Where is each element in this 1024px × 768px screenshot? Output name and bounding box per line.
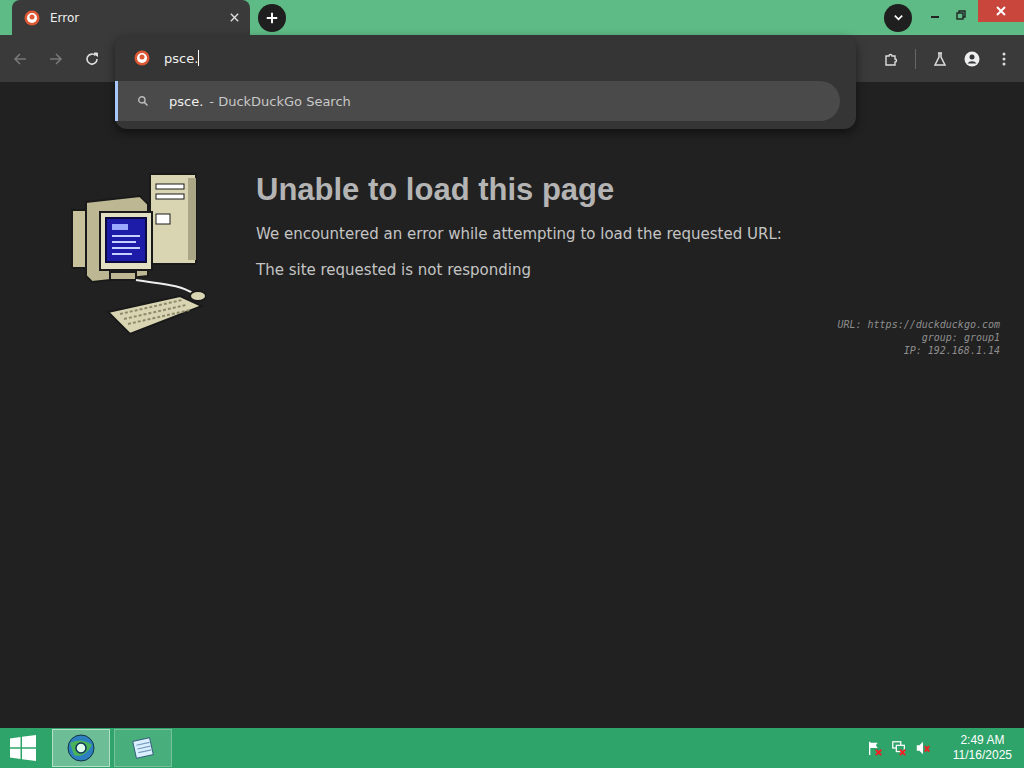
- info-line: URL: https://duckduckgo.com: [837, 318, 1000, 331]
- error-page: Unable to load this page We encountered …: [0, 82, 1024, 728]
- flask-icon[interactable]: [932, 51, 948, 67]
- close-button[interactable]: [978, 0, 1024, 22]
- restore-button[interactable]: [948, 0, 974, 30]
- browser-tab[interactable]: Error: [12, 0, 250, 35]
- plus-icon: [265, 11, 279, 25]
- minimize-button[interactable]: [922, 0, 948, 30]
- browser-icon: [66, 733, 96, 763]
- chevron-down-icon: [893, 12, 904, 23]
- toolbar-separator: [915, 49, 916, 69]
- notepad-icon: [129, 734, 157, 762]
- search-icon: [137, 95, 149, 107]
- new-tab-button[interactable]: [258, 4, 286, 32]
- request-info: URL: https://duckduckgo.comgroup: group1…: [837, 318, 1000, 357]
- toolbar: psce. psce. - DuckDuckGo Search: [0, 35, 1024, 82]
- taskbar-app[interactable]: [52, 729, 110, 767]
- text-cursor: [198, 50, 199, 66]
- duckduckgo-icon: [134, 50, 150, 66]
- profile-icon[interactable]: [964, 51, 980, 67]
- tab-strip: Error: [0, 0, 1024, 35]
- windows-start-icon[interactable]: [10, 735, 36, 761]
- taskbar-app[interactable]: [114, 729, 172, 767]
- back-icon[interactable]: [12, 51, 28, 67]
- error-title: Unable to load this page: [256, 172, 1000, 208]
- speaker-icon[interactable]: [915, 740, 931, 756]
- restore-icon: [955, 9, 967, 21]
- forward-icon[interactable]: [48, 51, 64, 67]
- info-line: group: group1: [837, 331, 1000, 344]
- desktop: Error psce. psce. - DuckDuckGo Search Un…: [0, 0, 1024, 768]
- reload-icon[interactable]: [84, 51, 100, 67]
- taskbar: 2:49 AM 11/16/2025: [0, 728, 1024, 768]
- clock[interactable]: 2:49 AM 11/16/2025: [953, 733, 1012, 763]
- address-dropdown: psce. psce. - DuckDuckGo Search: [115, 35, 856, 129]
- duckduckgo-icon: [24, 10, 40, 26]
- close-icon[interactable]: [229, 12, 240, 23]
- network-icon[interactable]: [891, 740, 907, 756]
- error-message: We encountered an error while attempting…: [256, 224, 1000, 244]
- address-bar[interactable]: psce.: [115, 35, 856, 81]
- tab-search-button[interactable]: [884, 4, 912, 32]
- extensions-icon[interactable]: [883, 51, 899, 67]
- menu-icon[interactable]: [996, 51, 1012, 67]
- minimize-icon: [929, 9, 941, 21]
- close-icon: [995, 5, 1007, 17]
- error-detail: The site requested is not responding: [256, 260, 1000, 280]
- info-line: IP: 192.168.1.14: [837, 344, 1000, 357]
- computer-icon: [70, 172, 210, 342]
- action-center-flag-icon[interactable]: [867, 740, 883, 756]
- suggestion-row[interactable]: psce. - DuckDuckGo Search: [115, 81, 840, 121]
